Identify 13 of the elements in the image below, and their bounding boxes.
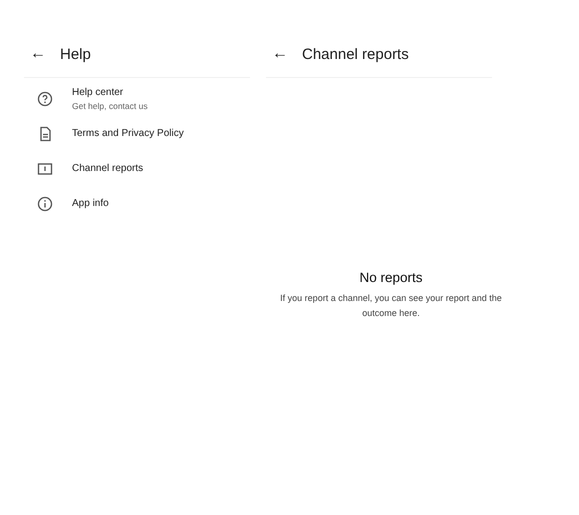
- menu-item-title[interactable]: Help center: [72, 86, 148, 98]
- menu-item-subtitle: Get help, contact us: [72, 100, 148, 110]
- empty-title: No reports: [359, 270, 423, 285]
- menu-item-title[interactable]: Channel reports: [72, 163, 144, 174]
- screen-title: Help: [60, 46, 91, 62]
- menu-item-title[interactable]: Terms and Privacy Policy: [72, 128, 184, 139]
- empty-message: If you report a channel, you can see your report and the outcome here.: [279, 292, 503, 320]
- info-icon: [36, 194, 54, 212]
- menu-item-title[interactable]: App info: [72, 198, 109, 209]
- help-icon: [36, 90, 54, 108]
- back-button[interactable]: ←: [30, 45, 46, 63]
- screen-title: Channel reports: [302, 46, 409, 62]
- back-button[interactable]: ←: [272, 45, 288, 63]
